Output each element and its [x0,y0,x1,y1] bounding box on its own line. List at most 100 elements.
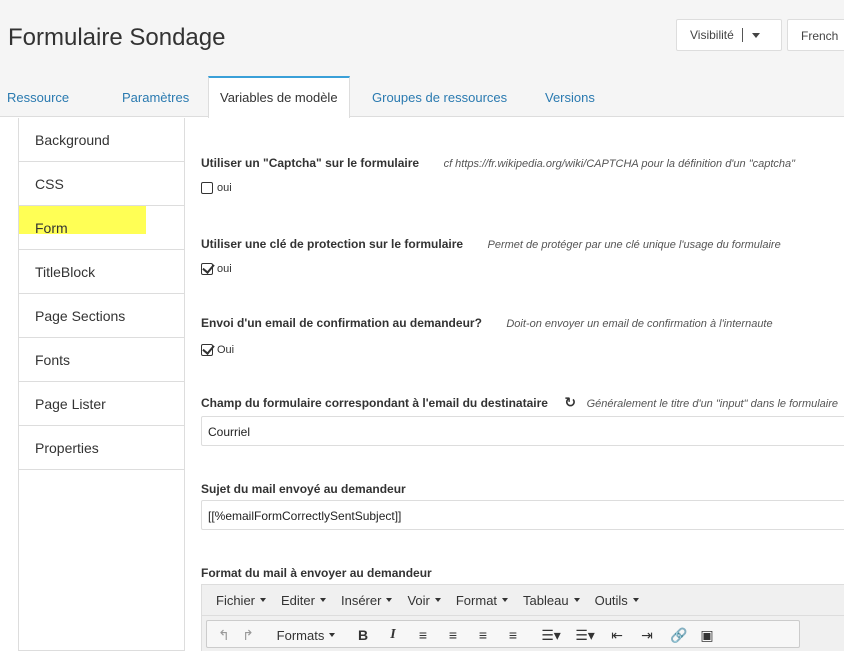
template-variables-panel: Utiliser un "Captcha" sur le formulaire … [186,118,844,651]
email-field-label: Champ du formulaire correspondant à l'em… [201,396,548,410]
checkbox-label: Oui [217,344,235,356]
protection-label: Utiliser une clé de protection sur le fo… [201,237,464,251]
chevron-down-icon [632,598,639,602]
chevron-down-icon [260,598,267,602]
sidebar-item-background[interactable]: Background [19,118,185,162]
sidebar-item-label: Properties [35,439,99,456]
sidebar-item-form[interactable]: Form [19,206,185,250]
language-button[interactable]: French [787,19,844,51]
captcha-label: Utiliser un "Captcha" sur le formulaire [201,156,420,170]
chevron-down-icon [751,32,760,38]
checkbox-checked[interactable] [201,344,213,356]
chevron-down-icon [386,598,393,602]
checkbox-unchecked[interactable] [201,182,213,194]
confirmation-field-row: Envoi d'un email de confirmation au dema… [201,314,773,332]
visibility-divider [741,28,743,42]
tab-bar: Ressource Paramètres Variables de modèle… [0,76,844,118]
sidebar-item-titleblock[interactable]: TitleBlock [19,250,185,294]
sidebar-item-label: CSS [35,175,64,192]
subject-input[interactable]: [[%emailFormCorrectlySentSubject]] [201,500,844,530]
chevron-down-icon [319,598,326,602]
email-field-input[interactable]: Courriel [201,416,844,446]
menu-outils[interactable]: Outils [595,593,639,608]
menu-label: Tableau [523,592,569,608]
sidebar-item-label: Form [35,219,68,236]
confirmation-checkbox[interactable]: Oui [201,344,234,356]
protection-field-row: Utiliser une clé de protection sur le fo… [201,235,781,253]
format-field-row: Format du mail à envoyer au demandeur [201,564,432,582]
bold-icon[interactable]: B [352,622,374,648]
editor-menubar: Fichier Editer Insérer Voir Format Table… [202,585,844,615]
align-right-icon[interactable]: ≡ [472,622,494,648]
tab-groupes-de-ressources[interactable]: Groupes de ressources [372,76,507,117]
rich-text-editor: Fichier Editer Insérer Voir Format Table… [201,584,844,651]
align-justify-icon[interactable]: ≡ [502,622,524,648]
confirmation-label: Envoi d'un email de confirmation au dema… [201,316,482,330]
sidebar-item-page-lister[interactable]: Page Lister [19,382,185,426]
checkbox-label: oui [217,263,232,275]
visibility-label: Visibilité [690,28,734,42]
italic-icon[interactable]: I [382,622,404,648]
menu-label: Fichier [216,592,256,608]
visibility-dropdown[interactable]: Visibilité [676,19,782,51]
sidebar-item-label: Page Lister [35,395,106,412]
sidebar: Background CSS Form TitleBlock Page Sect… [18,118,185,651]
tab-parametres[interactable]: Paramètres [122,76,189,117]
page-title: Formulaire Sondage [8,24,226,51]
chevron-down-icon [573,598,580,602]
align-left-icon[interactable]: ≡ [412,622,434,648]
menu-fichier[interactable]: Fichier [216,592,267,608]
checkbox-checked[interactable] [201,263,213,275]
captcha-checkbox[interactable]: oui [201,182,232,194]
chevron-down-icon [329,633,336,637]
sidebar-item-fonts[interactable]: Fonts [19,338,185,382]
indent-icon[interactable]: ⇥ [636,622,658,648]
menu-label: Editer [281,592,315,608]
menu-label: Format [455,592,498,608]
sidebar-item-page-sections[interactable]: Page Sections [19,294,185,338]
chevron-down-icon [502,598,509,602]
email-field-help: Généralement le titre d'un "input" dans … [586,398,839,410]
format-label: Format du mail à envoyer au demandeur [201,566,432,580]
menu-label: Outils [594,592,628,608]
image-icon[interactable]: ▣ [696,622,718,648]
captcha-help: cf https://fr.wikipedia.org/wiki/CAPTCHA… [443,158,796,170]
menu-voir[interactable]: Voir [407,592,441,608]
sidebar-item-label: TitleBlock [35,263,96,280]
sidebar-item-label: Page Sections [35,307,126,324]
protection-checkbox[interactable]: oui [201,263,232,275]
sidebar-item-label: Background [35,131,110,148]
subject-label: Sujet du mail envoyé au demandeur [201,482,406,496]
sidebar-item-label: Fonts [35,351,71,368]
outdent-icon[interactable]: ⇤ [606,622,628,648]
menu-inserer[interactable]: Insérer [340,592,393,608]
tab-versions[interactable]: Versions [545,76,595,117]
subject-field-row: Sujet du mail envoyé au demandeur [201,480,406,498]
captcha-field-row: Utiliser un "Captcha" sur le formulaire … [201,154,795,172]
chevron-down-icon [434,598,441,602]
refresh-icon[interactable]: ↻ [564,394,576,411]
tab-variables-de-modele[interactable]: Variables de modèle [208,76,350,118]
protection-help: Permet de protéger par une clé unique l'… [487,239,781,251]
page-header: Formulaire Sondage Visibilité French [0,0,844,76]
sidebar-item-properties[interactable]: Properties [19,426,185,470]
undo-icon[interactable]: ↰ [214,622,234,648]
menu-label: Insérer [340,592,382,608]
editor-toolbar: ↰ ↱ Formats B I ≡ ≡ ≡ ≡ ☰▾ ☰▾ ⇤ ⇥ 🔗 ▣ [202,615,844,651]
confirmation-help: Doit-on envoyer un email de confirmation… [506,318,773,330]
checkbox-label: oui [217,182,232,194]
menu-label: Voir [407,592,430,608]
numbered-list-icon[interactable]: ☰▾ [570,622,600,648]
menu-tableau[interactable]: Tableau [523,593,580,608]
link-icon[interactable]: 🔗 [668,622,690,648]
bullet-list-icon[interactable]: ☰▾ [536,622,566,648]
email-field-row: Champ du formulaire correspondant à l'em… [201,394,838,412]
formats-label: Formats [276,627,325,643]
redo-icon[interactable]: ↱ [238,622,258,648]
formats-dropdown[interactable]: Formats [266,622,346,648]
align-center-icon[interactable]: ≡ [442,622,464,648]
sidebar-item-css[interactable]: CSS [19,162,185,206]
menu-format[interactable]: Format [455,592,509,608]
menu-editer[interactable]: Editer [281,593,326,608]
tab-ressource[interactable]: Ressource [7,76,69,117]
